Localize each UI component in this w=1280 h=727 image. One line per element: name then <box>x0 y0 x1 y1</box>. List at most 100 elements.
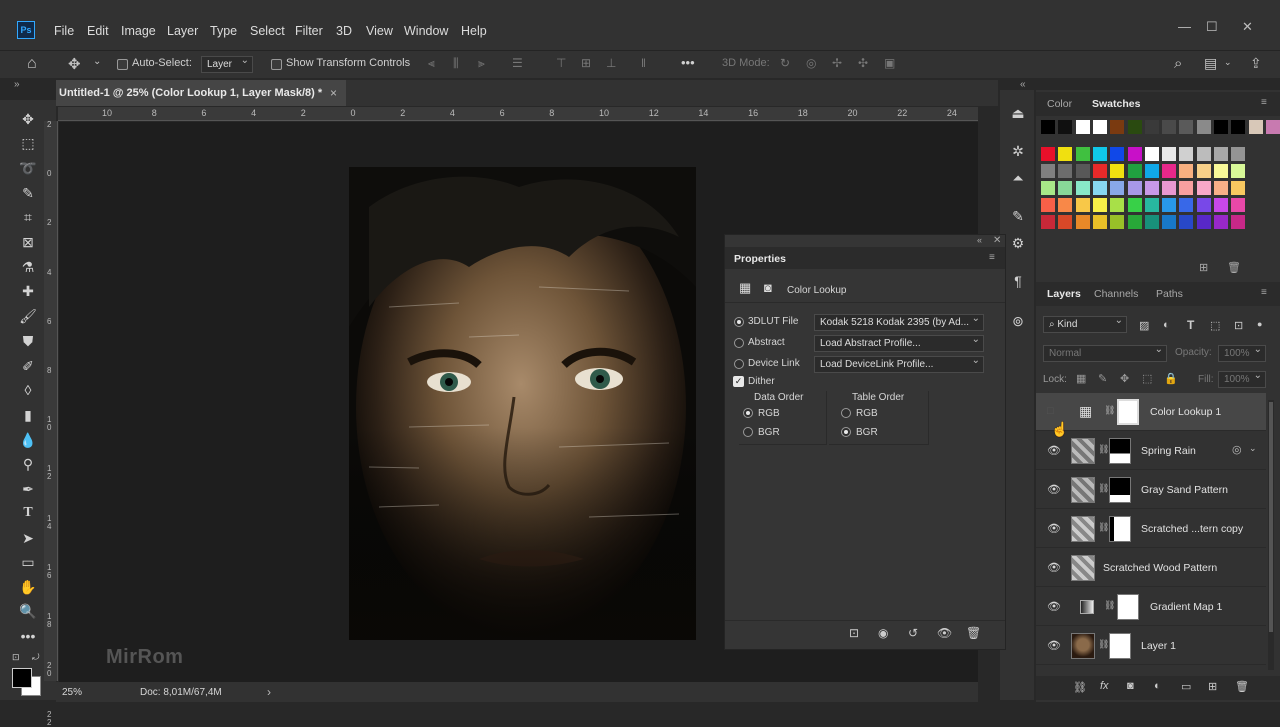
edit-toolbar-icon[interactable]: ••• <box>17 626 39 646</box>
slide-3d-icon[interactable]: ✣ <box>858 56 868 70</box>
data-order-rgb-radio[interactable] <box>743 408 753 418</box>
swatch[interactable] <box>1041 215 1055 229</box>
layer-name[interactable]: Scratched Wood Pattern <box>1103 562 1217 574</box>
filter-adjustment-icon[interactable]: ◐ <box>1163 319 1170 331</box>
swatch[interactable] <box>1144 120 1159 134</box>
properties-panel-icon[interactable]: ⚙ <box>1009 235 1027 253</box>
swatch[interactable] <box>1162 215 1177 229</box>
menu-3d[interactable]: 3D <box>336 24 352 38</box>
swatch[interactable] <box>1196 198 1211 212</box>
quick-select-tool-icon[interactable]: ✎ <box>17 183 39 203</box>
filter-pixel-icon[interactable]: ▨ <box>1139 319 1149 332</box>
smart-filter-icon[interactable]: ◎ <box>1232 443 1242 456</box>
swatch[interactable] <box>1144 181 1159 195</box>
new-group-icon[interactable]: ▭ <box>1181 680 1191 693</box>
add-mask-icon[interactable]: ◙ <box>1127 680 1134 692</box>
swatch[interactable] <box>1144 198 1159 212</box>
type-tool-icon[interactable]: T <box>17 503 39 523</box>
swatch[interactable] <box>1127 120 1142 134</box>
layer-name[interactable]: Spring Rain <box>1141 445 1196 457</box>
filter-smart-icon[interactable]: ⊡ <box>1234 319 1243 332</box>
default-colors-icon[interactable]: ⊡ <box>12 652 20 663</box>
swatch[interactable] <box>1075 215 1090 229</box>
history-panel-icon[interactable]: ⏏ <box>1009 105 1027 123</box>
swatch[interactable] <box>1179 198 1194 212</box>
tab-channels[interactable]: Channels <box>1094 288 1138 300</box>
collapse-properties-icon[interactable]: « <box>977 235 982 245</box>
link-layers-icon[interactable]: ⛓ <box>1073 681 1087 694</box>
eyedropper-tool-icon[interactable]: ⚗ <box>17 257 39 277</box>
menu-image[interactable]: Image <box>121 24 156 38</box>
toggle-visibility-icon[interactable]: 👁 <box>937 626 952 640</box>
tab-swatches[interactable]: Swatches <box>1092 98 1140 110</box>
foreground-color-swatch[interactable] <box>12 668 32 688</box>
swatch[interactable] <box>1179 164 1194 178</box>
filter-toggle-icon[interactable]: ● <box>1257 319 1262 329</box>
swatch[interactable] <box>1214 215 1228 229</box>
minimize-button[interactable]: — <box>1178 19 1191 34</box>
swatch[interactable] <box>1162 120 1177 134</box>
swatch[interactable] <box>1231 215 1246 229</box>
swatch[interactable] <box>1041 181 1055 195</box>
paragraph-panel-icon[interactable]: ¶ <box>1009 273 1027 291</box>
layer-row-scratched-copy[interactable]: 👁 ⛓ Scratched ...tern copy <box>1036 510 1266 548</box>
workspace-chevron-icon[interactable]: ⌄ <box>1224 57 1232 68</box>
move-tool-icon[interactable]: ✥ <box>68 55 81 73</box>
swatch[interactable] <box>1265 120 1280 134</box>
visibility-hidden-icon[interactable]: □ <box>1047 405 1061 417</box>
filter-shape-icon[interactable]: ⬚ <box>1210 319 1220 332</box>
swatch[interactable] <box>1075 164 1090 178</box>
color-panel-menu-icon[interactable]: ≡ <box>1261 97 1267 108</box>
menu-view[interactable]: View <box>366 24 393 38</box>
swatch[interactable] <box>1075 198 1090 212</box>
swatch[interactable] <box>1075 147 1090 161</box>
swatch[interactable] <box>1075 120 1090 134</box>
swatch[interactable] <box>1058 198 1073 212</box>
3dlut-file-radio[interactable] <box>734 317 744 327</box>
swatch[interactable] <box>1092 198 1107 212</box>
menu-file[interactable]: File <box>54 24 74 38</box>
lock-position-icon[interactable]: ✥ <box>1120 372 1129 385</box>
scale-3d-icon[interactable]: ▣ <box>884 56 895 70</box>
expand-chevron-icon[interactable]: ⌄ <box>1249 443 1257 454</box>
device-link-radio[interactable] <box>734 359 744 369</box>
layer-name[interactable]: Gradient Map 1 <box>1150 601 1222 613</box>
visibility-eye-icon[interactable]: 👁 <box>1047 483 1061 496</box>
swatch[interactable] <box>1214 181 1228 195</box>
rectangle-tool-icon[interactable]: ▭ <box>17 552 39 572</box>
dither-checkbox[interactable]: ✓ <box>733 376 744 387</box>
align-left-icon[interactable]: ⫷ <box>428 56 435 71</box>
link-icon[interactable]: ⛓ <box>1104 405 1115 416</box>
share-icon[interactable]: ⇪ <box>1250 55 1262 72</box>
swatch[interactable] <box>1231 164 1246 178</box>
swatch[interactable] <box>1092 147 1107 161</box>
swatch[interactable] <box>1092 181 1107 195</box>
path-select-icon[interactable]: ➤ <box>17 528 39 548</box>
swap-colors-icon[interactable]: ⤾ <box>32 652 40 663</box>
levels-icon[interactable]: ⏶ <box>1009 170 1027 188</box>
layer-row-layer-1[interactable]: 👁 ⛓ Layer 1 <box>1036 627 1266 665</box>
layer-mask-icon[interactable]: ◙ <box>764 280 772 295</box>
layer-name[interactable]: Color Lookup 1 <box>1150 406 1221 418</box>
clip-to-layer-icon[interactable]: ⊡ <box>849 626 859 640</box>
document-tab[interactable]: Untitled-1 @ 25% (Color Lookup 1, Layer … <box>56 80 346 106</box>
roll-3d-icon[interactable]: ◎ <box>806 56 816 70</box>
swatch[interactable] <box>1041 147 1055 161</box>
more-options-icon[interactable]: ••• <box>681 55 695 70</box>
lock-all-icon[interactable]: 🔒 <box>1164 372 1178 385</box>
swatch[interactable] <box>1144 215 1159 229</box>
abstract-radio[interactable] <box>734 338 744 348</box>
swatch[interactable] <box>1058 164 1073 178</box>
layer-row-gradient-map[interactable]: 👁 ⛓ Gradient Map 1 <box>1036 588 1266 626</box>
swatch[interactable] <box>1162 198 1177 212</box>
distribute-icon[interactable]: ☰ <box>512 56 523 70</box>
3dlut-file-dropdown[interactable]: Kodak 5218 Kodak 2395 (by Ad... <box>814 314 984 331</box>
brush-tool-icon[interactable]: 🖌 <box>17 306 39 326</box>
zoom-level[interactable]: 25% <box>62 687 82 698</box>
collapse-panels-icon[interactable]: « <box>1020 79 1026 90</box>
dodge-tool-icon[interactable]: ⚲ <box>17 454 39 474</box>
swatch[interactable] <box>1162 181 1177 195</box>
new-adjustment-icon[interactable]: ◐ <box>1154 680 1161 692</box>
swatch[interactable] <box>1196 164 1211 178</box>
data-order-bgr-radio[interactable] <box>743 427 753 437</box>
